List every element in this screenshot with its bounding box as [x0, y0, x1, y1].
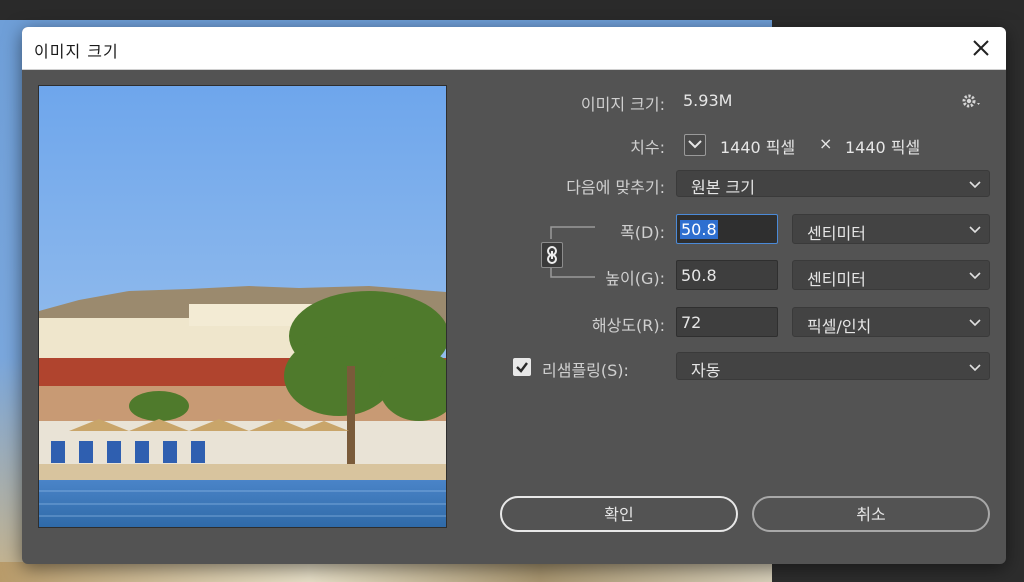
- dimensions-dropdown-toggle[interactable]: [684, 134, 706, 156]
- height-unit-select[interactable]: 센티미터: [792, 260, 990, 290]
- resample-method-select[interactable]: 자동: [676, 352, 990, 380]
- chain-link-icon: [547, 246, 557, 264]
- width-unit-select[interactable]: 센티미터: [792, 214, 990, 244]
- close-icon: [973, 40, 989, 56]
- resolution-unit-selected: 픽셀/인치: [807, 317, 872, 336]
- image-size-value: 5.93M: [683, 91, 733, 110]
- height-unit-selected: 센티미터: [807, 270, 866, 289]
- dimensions-separator: ×: [819, 134, 833, 153]
- width-input-value: 50.8: [680, 220, 718, 239]
- image-preview[interactable]: [38, 85, 447, 528]
- resample-checkbox[interactable]: [513, 358, 531, 376]
- dimensions-width-value: 1440 픽셀: [720, 138, 796, 157]
- height-label: 높이(G):: [605, 269, 665, 288]
- dialog-titlebar: 이미지 크기: [22, 27, 1006, 70]
- canvas-photo-edge: [0, 562, 772, 582]
- settings-button[interactable]: [960, 91, 984, 111]
- height-input[interactable]: 50.8: [676, 260, 778, 290]
- height-input-value: 50.8: [681, 266, 717, 285]
- chevron-down-icon: [969, 226, 981, 234]
- width-input[interactable]: 50.8: [676, 214, 778, 244]
- fit-to-selected: 원본 크기: [691, 178, 755, 197]
- checkmark-icon: [516, 362, 528, 373]
- resolution-input-value: 72: [681, 313, 702, 332]
- width-label: 폭(D):: [620, 223, 665, 242]
- fit-to-label: 다음에 맞추기:: [566, 178, 665, 197]
- image-size-label: 이미지 크기:: [580, 95, 665, 114]
- preview-photo: [39, 86, 446, 527]
- width-unit-selected: 센티미터: [807, 224, 866, 243]
- chevron-down-icon: [969, 181, 981, 189]
- cancel-button[interactable]: 취소: [752, 496, 990, 532]
- ok-button[interactable]: 확인: [500, 496, 738, 532]
- close-button[interactable]: [966, 33, 996, 63]
- image-size-dialog: 이미지 크기 이미지 크기: 5.93M 치수: 1440 픽셀 × 1440 …: [22, 27, 1006, 564]
- chevron-down-icon: [688, 140, 702, 149]
- resample-label: 리샘플링(S):: [542, 361, 629, 380]
- dimensions-height-value: 1440 픽셀: [845, 138, 921, 157]
- resolution-unit-select[interactable]: 픽셀/인치: [792, 307, 990, 337]
- resolution-label: 해상도(R):: [591, 316, 665, 335]
- chevron-down-icon: [969, 319, 981, 327]
- fit-to-select[interactable]: 원본 크기: [676, 170, 990, 197]
- chevron-down-icon: [969, 364, 981, 372]
- dimensions-label: 치수:: [630, 138, 665, 157]
- resolution-input[interactable]: 72: [676, 307, 778, 337]
- chevron-down-icon: [969, 272, 981, 280]
- dialog-title: 이미지 크기: [34, 42, 119, 61]
- resample-method-selected: 자동: [691, 361, 721, 380]
- gear-icon: [962, 94, 980, 108]
